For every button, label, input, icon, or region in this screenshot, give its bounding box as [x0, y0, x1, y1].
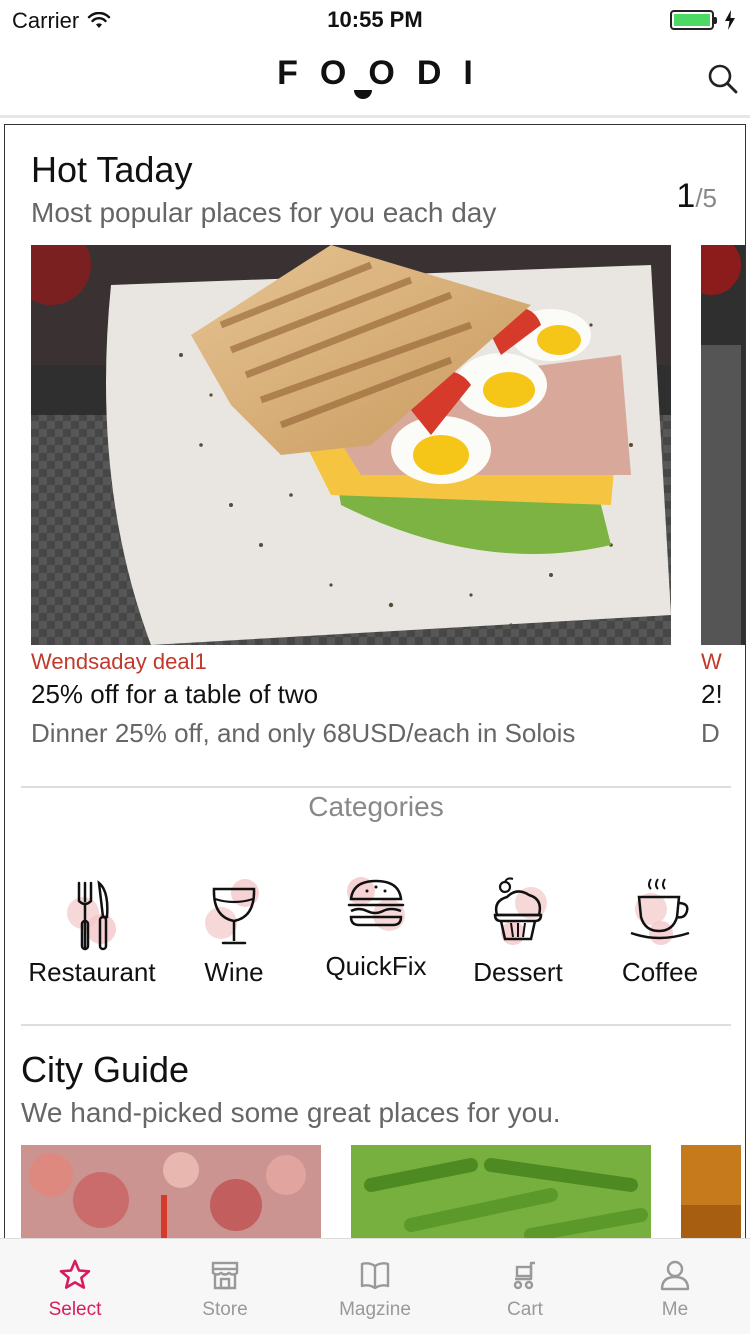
tab-label: Store — [202, 1299, 248, 1320]
store-icon — [211, 1261, 239, 1290]
cupcake-icon — [483, 877, 553, 957]
charging-bolt-icon — [725, 10, 735, 30]
deal-photo-sandwich[interactable] — [31, 245, 671, 645]
category-label: Restaurant — [28, 957, 156, 987]
deal-tag: W — [701, 649, 722, 674]
hot-today-title: Hot Taday — [31, 149, 193, 190]
page-total: /5 — [695, 183, 717, 213]
tab-magazine[interactable]: Magzine — [300, 1239, 450, 1334]
status-bar: Carrier 10:55 PM — [0, 0, 750, 40]
tab-me[interactable]: Me — [600, 1239, 750, 1334]
category-label: Coffee — [621, 957, 699, 987]
battery-indicator — [670, 10, 736, 30]
section-divider — [21, 786, 731, 788]
page-current: 1 — [676, 177, 696, 215]
deal-tag: Wendsaday deal1 — [31, 649, 207, 674]
categories-heading: Categories — [308, 791, 444, 822]
category-label: Dessert — [473, 957, 563, 987]
category-label: Wine — [204, 957, 264, 987]
guide-card[interactable] — [681, 1145, 741, 1238]
battery-fill — [674, 14, 710, 26]
category-wine[interactable]: Wine — [159, 877, 309, 988]
deal-description: D — [701, 718, 720, 748]
wine-glass-icon — [199, 877, 269, 957]
book-icon — [360, 1262, 390, 1290]
tab-label: Magzine — [339, 1299, 411, 1320]
deal-title: 2! — [701, 679, 723, 709]
burger-icon — [341, 871, 411, 951]
search-icon[interactable] — [706, 62, 740, 96]
guide-card-drinks[interactable] — [21, 1145, 321, 1238]
tab-bar: Select Store Magzine Cart Me — [0, 1238, 750, 1334]
logo-smile-mark — [354, 90, 372, 99]
deal-card[interactable]: W 2! D — [701, 245, 745, 749]
cart-icon — [513, 1261, 535, 1290]
star-icon — [59, 1259, 91, 1289]
category-quickfix[interactable]: QuickFix — [301, 877, 451, 982]
page-counter: 1/5 — [676, 177, 717, 216]
deal-description: Dinner 25% off, and only 68USD/each in S… — [31, 718, 576, 748]
hot-today-subtitle: Most popular places for you each day — [31, 197, 497, 228]
city-guide-subtitle: We hand-picked some great places for you… — [21, 1097, 561, 1128]
category-restaurant[interactable]: Restaurant — [17, 877, 167, 988]
nav-bar: FOODI — [0, 40, 750, 118]
guide-card-vegetables[interactable] — [351, 1145, 651, 1238]
user-icon — [660, 1260, 690, 1291]
battery-icon — [670, 10, 717, 30]
deal-photo[interactable] — [701, 245, 745, 645]
tab-label: Cart — [507, 1299, 543, 1320]
tab-label: Select — [48, 1299, 102, 1320]
category-dessert[interactable]: Dessert — [443, 877, 593, 988]
tab-store[interactable]: Store — [150, 1239, 300, 1334]
city-guide-title: City Guide — [21, 1049, 190, 1090]
app-logo: FOODI — [277, 54, 495, 92]
tab-select[interactable]: Select — [0, 1239, 150, 1334]
deal-card[interactable]: Wendsaday deal1 25% off for a table of t… — [31, 245, 671, 749]
tab-label: Me — [661, 1299, 689, 1320]
deal-title: 25% off for a table of two — [31, 679, 319, 709]
status-time: 10:55 PM — [327, 7, 423, 32]
category-coffee[interactable]: Coffee — [585, 877, 735, 988]
section-divider — [21, 1024, 731, 1026]
category-label: QuickFix — [325, 951, 427, 981]
cutlery-icon — [57, 877, 127, 957]
tab-cart[interactable]: Cart — [450, 1239, 600, 1334]
main-content: Hot Taday Most popular places for you ea… — [4, 124, 746, 1239]
coffee-cup-icon — [625, 877, 695, 957]
